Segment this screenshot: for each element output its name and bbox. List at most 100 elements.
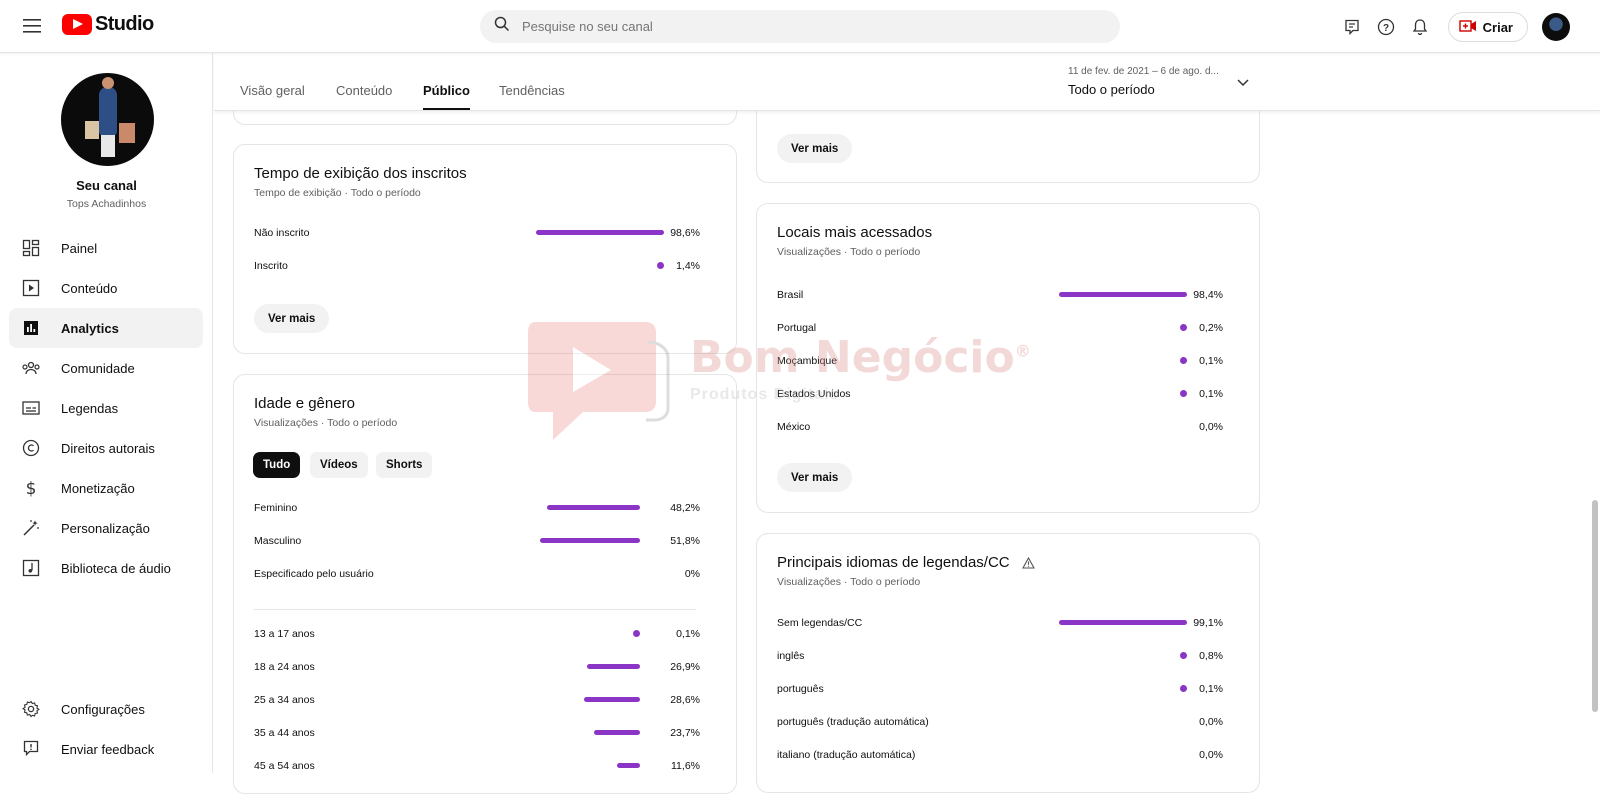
metric-bar — [584, 697, 640, 702]
metric-bar — [1059, 292, 1187, 297]
metric-label: 25 a 34 anos — [254, 694, 315, 706]
account-avatar[interactable] — [1542, 13, 1570, 41]
sidebar-item-monetizacao[interactable]: $ Monetização — [9, 468, 203, 508]
metric-label: Masculino — [254, 535, 302, 547]
menu-icon[interactable] — [20, 14, 44, 38]
metric-label: italiano (tradução automática) — [777, 749, 916, 761]
metric-value: 0,1% — [1199, 355, 1223, 367]
metric-row: Estados Unidos 0,1% — [777, 387, 1223, 401]
content-icon — [21, 278, 41, 298]
channel-name: Seu canal — [76, 178, 137, 193]
card-subtitle: Visualizações · Todo o período — [777, 576, 921, 588]
search-bar[interactable] — [480, 10, 1120, 43]
sidebar-item-legendas[interactable]: Legendas — [9, 388, 203, 428]
metric-bar — [536, 230, 664, 235]
metric-value: 28,6% — [670, 694, 700, 706]
sidebar-item-label: Biblioteca de áudio — [61, 560, 171, 576]
metric-dot — [1180, 652, 1187, 659]
metric-row: 25 a 34 anos 28,6% — [254, 693, 700, 707]
metric-dot — [1180, 390, 1187, 397]
sidebar-item-direitos-autorais[interactable]: Direitos autorais — [9, 428, 203, 468]
card-subtitle: Tempo de exibição · Todo o período — [254, 187, 421, 199]
top-header: Studio ? Criar — [0, 0, 1600, 53]
tab-publico[interactable]: Público — [423, 83, 470, 110]
metric-row: Inscrito 1,4% — [254, 259, 700, 273]
sidebar-item-comunidade[interactable]: Comunidade — [9, 348, 203, 388]
metric-value: 11,6% — [671, 760, 700, 772]
sidebar-item-label: Direitos autorais — [61, 440, 155, 456]
see-more-button[interactable]: Ver mais — [777, 134, 853, 163]
metric-label: português (tradução automática) — [777, 716, 929, 728]
metric-bar — [617, 763, 640, 768]
metric-value: 23,7% — [670, 727, 700, 739]
sidebar-item-label: Painel — [61, 240, 98, 256]
metric-value: 98,6% — [670, 227, 700, 239]
sidebar-item-label: Personalização — [61, 520, 150, 536]
card-title: Tempo de exibição dos inscritos — [254, 165, 467, 182]
sidebar-item-biblioteca-audio[interactable]: Biblioteca de áudio — [9, 548, 203, 588]
metric-value: 0,1% — [1199, 388, 1223, 400]
header-actions: ? Criar — [1334, 11, 1570, 43]
metric-row: Especificado pelo usuário 0% — [254, 567, 700, 581]
sidebar-item-label: Monetização — [61, 480, 135, 496]
tab-visao-geral[interactable]: Visão geral — [240, 83, 305, 110]
chevron-down-icon[interactable] — [1236, 75, 1250, 93]
sidebar-item-analytics[interactable]: Analytics — [9, 308, 203, 348]
help-icon[interactable]: ? — [1370, 11, 1402, 43]
metric-label: 35 a 44 anos — [254, 727, 315, 739]
sidebar-item-personalizacao[interactable]: Personalização — [9, 508, 203, 548]
metric-bar — [546, 505, 640, 510]
metric-label: 18 a 24 anos — [254, 661, 315, 673]
metric-value: 48,2% — [670, 502, 700, 514]
settings-icon — [21, 699, 41, 719]
metric-row: Portugal 0,2% — [777, 321, 1223, 335]
metric-row: italiano (tradução automática) 0,0% — [777, 748, 1223, 762]
search-input[interactable] — [522, 19, 1082, 34]
chip-videos[interactable]: Vídeos — [310, 452, 368, 478]
copyright-icon — [21, 438, 41, 458]
metric-dot — [1180, 357, 1187, 364]
channel-avatar[interactable] — [61, 73, 154, 166]
notifications-bell-icon[interactable] — [1404, 11, 1436, 43]
feedback-icon — [21, 739, 41, 759]
metric-row: português (tradução automática) 0,0% — [777, 715, 1223, 729]
metric-value: 51,8% — [670, 535, 700, 547]
monetization-icon: $ — [21, 478, 41, 498]
studio-logo[interactable]: Studio — [62, 13, 154, 36]
see-more-button[interactable]: Ver mais — [777, 463, 853, 492]
metric-label: Especificado pelo usuário — [254, 568, 374, 580]
chip-shorts[interactable]: Shorts — [376, 452, 433, 478]
metric-dot — [633, 630, 640, 637]
metric-label: Inscrito — [254, 260, 288, 272]
metric-row: 45 a 54 anos 11,6% — [254, 759, 700, 773]
metric-label: Portugal — [777, 322, 817, 334]
chip-tudo[interactable]: Tudo — [253, 452, 301, 478]
sidebar-item-painel[interactable]: Painel — [9, 228, 203, 268]
see-more-button[interactable]: Ver mais — [254, 304, 330, 333]
metric-row: Masculino 51,8% — [254, 534, 700, 548]
metric-value: 26,9% — [670, 661, 700, 673]
metric-label: Brasil — [777, 289, 804, 301]
metric-value: 0,1% — [1199, 683, 1223, 695]
sidebar-item-conteudo[interactable]: Conteúdo — [9, 268, 203, 308]
divider — [254, 609, 696, 610]
metric-row: Não inscrito 98,6% — [254, 226, 700, 240]
youtube-play-icon — [62, 14, 92, 35]
comments-icon[interactable] — [1336, 11, 1368, 43]
metric-row: português 0,1% — [777, 682, 1223, 696]
metric-label: Sem legendas/CC — [777, 617, 863, 629]
search-icon — [494, 16, 510, 37]
create-button[interactable]: Criar — [1447, 12, 1528, 42]
metric-bar — [593, 730, 640, 735]
sidebar-item-configuracoes[interactable]: Configurações — [9, 689, 203, 729]
sidebar-item-enviar-feedback[interactable]: Enviar feedback — [9, 729, 203, 769]
tab-tendencias[interactable]: Tendências — [499, 83, 565, 110]
subtitles-icon — [21, 398, 41, 418]
tab-conteudo[interactable]: Conteúdo — [336, 83, 392, 110]
analytics-icon — [21, 318, 41, 338]
metric-row: 18 a 24 anos 26,9% — [254, 660, 700, 674]
metric-bar — [1059, 620, 1187, 625]
page-scrollbar[interactable] — [1592, 500, 1598, 712]
card-subtitle: Visualizações · Todo o período — [254, 417, 398, 429]
warning-icon[interactable] — [1022, 556, 1035, 574]
